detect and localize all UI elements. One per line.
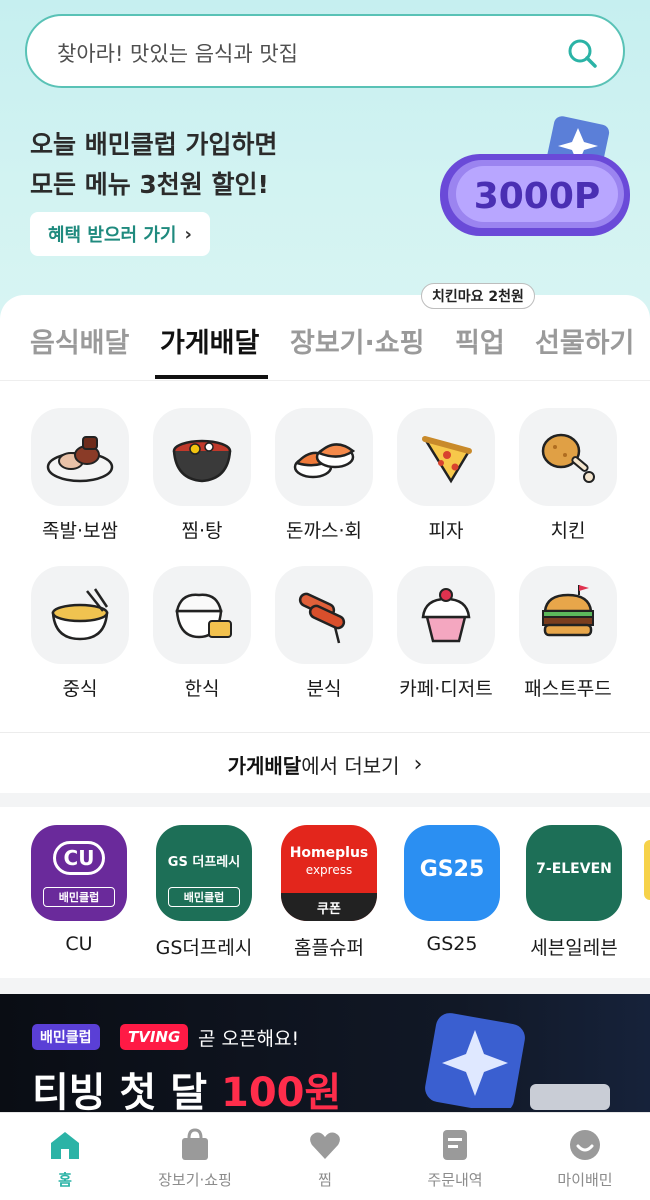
stew-icon (172, 439, 232, 483)
category-cafe-dessert[interactable]: 카페·디저트 (385, 566, 507, 701)
tving-promo-banner[interactable]: 배민클럽 TVING 곧 오픈해요! 티빙 첫 달 100원 (0, 994, 650, 1114)
tving-badge: TVING (120, 1024, 189, 1050)
club-badge: 배민클럽 (32, 1024, 100, 1050)
search-bar[interactable]: 찾아라! 맛있는 음식과 맛집 (25, 14, 625, 88)
shop-name: 세븐일레븐 (530, 937, 618, 959)
benefit-button-label: 혜택 받으러 가기 (48, 225, 177, 246)
shop-name: GS더프레시 (155, 937, 253, 959)
shop-7eleven[interactable]: 7-ELEVEN 세븐일레븐 (519, 825, 629, 960)
see-more-bold: 가게배달 (227, 754, 302, 778)
shop-cu[interactable]: CU 배민클럽 CU (24, 825, 134, 955)
promo-badge: 치킨마요 2천원 (421, 283, 535, 309)
category-chicken[interactable]: 치킨 (507, 408, 629, 543)
7eleven-logo: 7-ELEVEN (526, 825, 622, 921)
nav-my[interactable]: 마이배민 (520, 1127, 650, 1190)
nav-orders[interactable]: 주문내역 (390, 1127, 520, 1190)
category-label: 카페·디저트 (399, 678, 493, 700)
home-icon (51, 1132, 79, 1159)
shop-name: GS25 (426, 933, 478, 955)
hero-section: 찾아라! 맛있는 음식과 맛집 오늘 배민클럽 가입하면 모든 메뉴 3천원 할… (0, 0, 650, 330)
nav-shopping[interactable]: 장보기·쇼핑 (130, 1127, 260, 1190)
homeplus-logo: Homeplus express 쿠폰 (281, 825, 377, 921)
category-chinese[interactable]: 중식 (19, 566, 141, 701)
shop-gs-thefresh[interactable]: GS 더프레시 배민클럽 GS더프레시 (149, 825, 259, 960)
category-label: 중식 (62, 678, 98, 700)
search-input[interactable]: 찾아라! 맛있는 음식과 맛집 (57, 38, 298, 68)
category-korean[interactable]: 한식 (141, 566, 263, 701)
club-star-icon (425, 1013, 525, 1108)
benefit-button[interactable]: 혜택 받으러 가기 › (30, 212, 210, 256)
search-icon[interactable] (565, 36, 599, 70)
category-label: 분식 (306, 678, 342, 700)
category-label: 족발·보쌈 (42, 520, 118, 542)
tab-gift[interactable]: 선물하기 (535, 321, 634, 360)
burger-icon (542, 585, 594, 637)
tab-pickup[interactable]: 픽업 (455, 321, 505, 360)
promo-headline-1: 오늘 배민클럽 가입하면 (30, 130, 278, 159)
points-coin-illustration: 3000P (440, 116, 630, 236)
cu-logo: CU 배민클럽 (31, 825, 127, 921)
category-label: 피자 (428, 520, 464, 542)
pizza-icon (422, 436, 472, 484)
shop-gs25[interactable]: GS25 GS25 (397, 825, 507, 955)
heart-icon (310, 1132, 340, 1159)
tab-food-delivery[interactable]: 음식배달 (30, 321, 129, 360)
category-label: 치킨 (550, 520, 586, 542)
jokbal-icon (46, 436, 114, 483)
category-pizza[interactable]: 피자 (385, 408, 507, 543)
category-sushi[interactable]: 돈까스·회 (263, 408, 385, 543)
category-fastfood[interactable]: 패스트푸드 (507, 566, 629, 701)
service-tabs: 음식배달 가게배달 장보기·쇼핑 픽업 선물하기 치킨마요 2천원 (0, 283, 650, 381)
nav-home[interactable]: 홈 (0, 1127, 130, 1190)
section-divider (0, 793, 650, 807)
category-label: 돈까스·회 (286, 520, 362, 542)
tab-shopping[interactable]: 장보기·쇼핑 (290, 321, 424, 360)
category-label: 찜·탕 (181, 520, 223, 542)
next-shop-peek (644, 840, 650, 900)
category-snack[interactable]: 분식 (263, 566, 385, 701)
promo-headline-2: 모든 메뉴 3천원 할인! (30, 170, 269, 199)
shop-homeplus[interactable]: Homeplus express 쿠폰 홈플슈퍼 (274, 825, 384, 960)
bottom-navigation: 홈 장보기·쇼핑 찜 주문내역 마이배민 (0, 1112, 650, 1200)
noodles-icon (51, 588, 109, 641)
category-stew[interactable]: 찜·탕 (141, 408, 263, 543)
shopping-bag-icon (182, 1128, 208, 1160)
chevron-right-icon: › (413, 752, 423, 777)
gs-thefresh-logo: GS 더프레시 배민클럽 (156, 825, 252, 921)
banner-open-text: 곧 오픈해요! (198, 1028, 300, 1050)
section-divider (0, 978, 650, 994)
shop-name: CU (65, 933, 93, 955)
receipt-icon (443, 1130, 467, 1160)
see-more-row[interactable]: 가게배달 에서 더보기 › (0, 732, 650, 796)
see-more-rest: 에서 더보기 (301, 754, 400, 778)
category-jokbal[interactable]: 족발·보쌈 (19, 408, 141, 543)
coin-label: 3000P (474, 176, 601, 217)
active-tab-indicator (155, 375, 268, 379)
tteokbokki-icon (298, 592, 346, 644)
banner-headline: 티빙 첫 달 100원 (32, 1070, 342, 1114)
category-label: 한식 (184, 678, 220, 700)
sushi-icon (293, 443, 356, 479)
nav-favorites[interactable]: 찜 (260, 1127, 390, 1190)
cupcake-icon (421, 588, 471, 643)
category-label: 패스트푸드 (524, 678, 612, 700)
chevron-right-icon: › (184, 223, 192, 245)
tab-store-delivery[interactable]: 가게배달 (160, 321, 259, 360)
shop-name: 홈플슈퍼 (294, 937, 364, 959)
gs25-logo: GS25 (404, 825, 500, 921)
smile-icon (570, 1130, 600, 1160)
banner-decoration (530, 1084, 610, 1110)
rice-icon (175, 593, 232, 639)
chicken-icon (541, 433, 595, 483)
